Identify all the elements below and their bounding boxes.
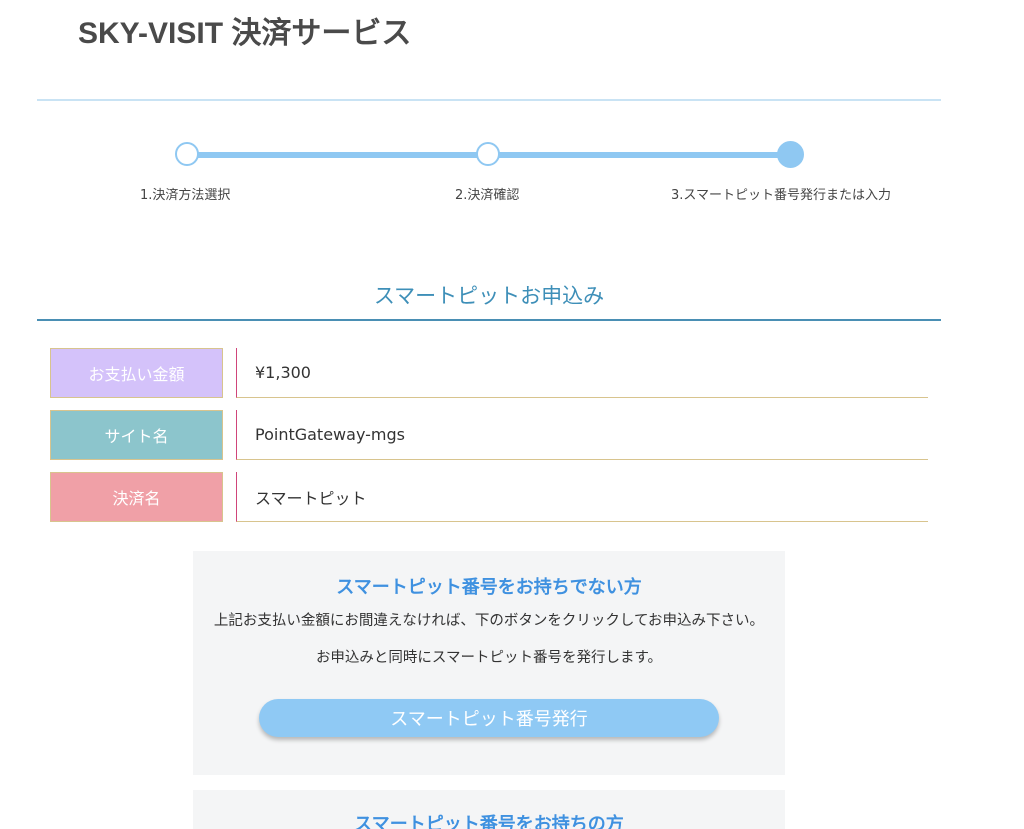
- step-3-indicator: [777, 141, 804, 168]
- section-divider: [37, 319, 941, 321]
- no-number-note: お申込みと同時にスマートピット番号を発行します。: [315, 650, 663, 666]
- section-title: スマートピットお申込み: [373, 284, 605, 308]
- payment-name-label: 決済名: [50, 472, 223, 522]
- info-row-payment: 決済名 スマートピット: [50, 472, 928, 522]
- step-2-indicator: [476, 142, 500, 166]
- has-number-panel-title: スマートピット番号をお持ちの方: [354, 814, 624, 829]
- step-3-label: 3.スマートピット番号発行または入力: [671, 188, 892, 203]
- step-1-label: 1.決済方法選択: [140, 188, 231, 203]
- step-2-label: 2.決済確認: [455, 188, 520, 203]
- info-row-amount: お支払い金額 ¥1,300: [50, 348, 928, 398]
- amount-value: ¥1,300: [236, 348, 928, 398]
- page: SKY-VISIT 決済サービス 1.決済方法選択 2.決済確認 3.スマートピ…: [0, 0, 1024, 829]
- step-connector-1: [188, 152, 488, 158]
- amount-label: お支払い金額: [50, 348, 223, 398]
- no-number-instruction: 上記お支払い金額にお間違えなければ、下のボタンをクリックしてお申込み下さい。: [213, 613, 765, 629]
- payment-name-value: スマートピット: [236, 472, 928, 522]
- no-number-panel: スマートピット番号をお持ちでない方 上記お支払い金額にお間違えなければ、下のボタ…: [193, 551, 785, 775]
- has-number-panel: スマートピット番号をお持ちの方: [193, 790, 785, 829]
- info-row-site: サイト名 PointGateway-mgs: [50, 410, 928, 460]
- no-number-panel-title: スマートピット番号をお持ちでない方: [336, 577, 642, 598]
- step-1-indicator: [175, 142, 199, 166]
- site-name-value: PointGateway-mgs: [236, 410, 928, 460]
- progress-stepper: 1.決済方法選択 2.決済確認 3.スマートピット番号発行または入力: [0, 0, 1024, 210]
- site-name-label: サイト名: [50, 410, 223, 460]
- issue-number-button[interactable]: スマートピット番号発行: [259, 699, 719, 737]
- step-connector-2: [488, 152, 790, 158]
